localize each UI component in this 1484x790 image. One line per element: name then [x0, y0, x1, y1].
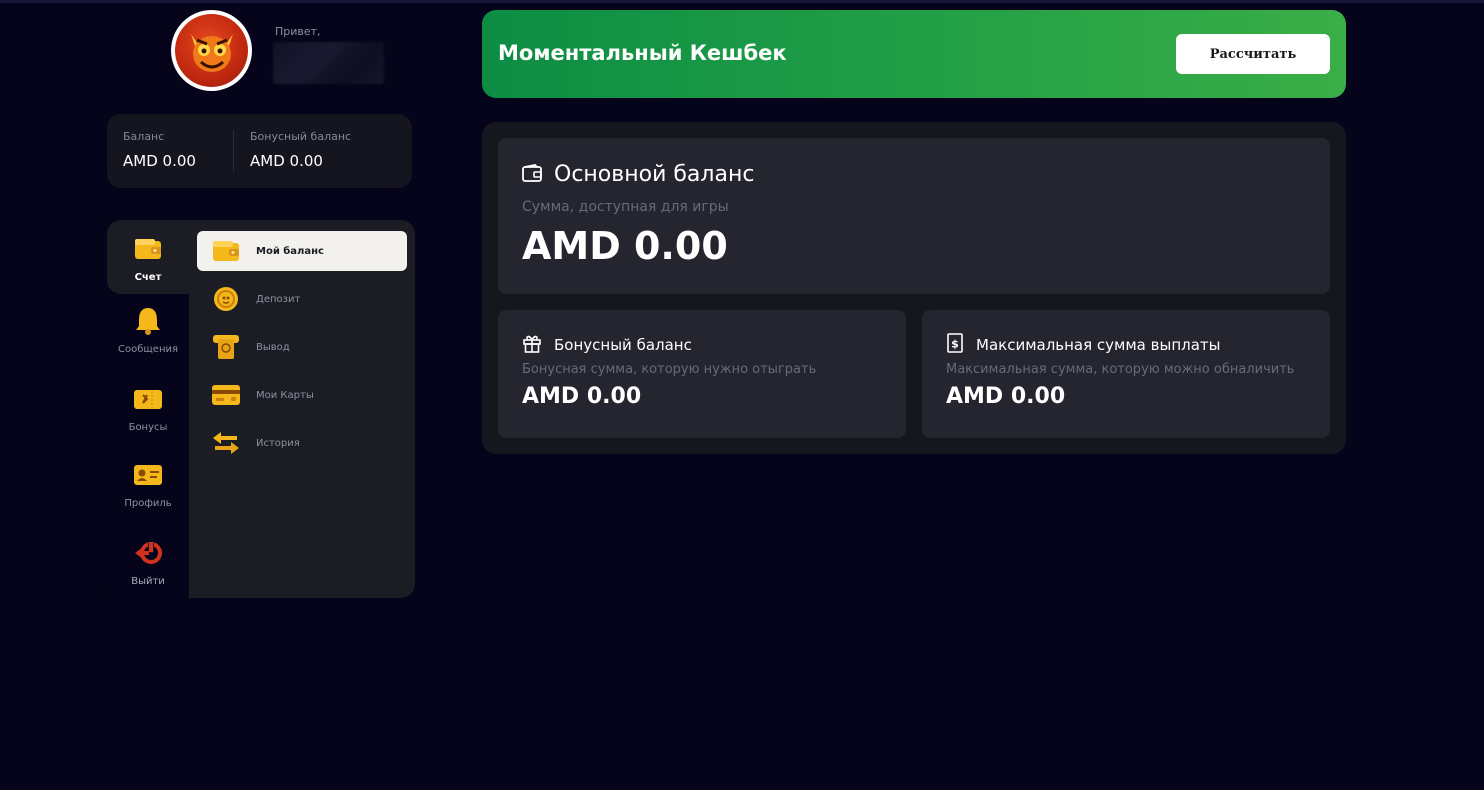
bonus-balance-title: Бонусный баланс	[554, 336, 692, 354]
logout-icon	[133, 538, 163, 568]
submenu-my-balance[interactable]: Мой баланс	[197, 231, 407, 271]
submenu-deposit-label: Депозит	[256, 293, 301, 305]
main-balance-amount: AMD 0.00	[522, 224, 728, 268]
wallet-icon	[211, 236, 241, 266]
arrows-swap-icon	[211, 428, 241, 458]
wallet-icon	[133, 234, 163, 264]
withdraw-icon	[211, 332, 241, 362]
main-balance-summary: Баланс AMD 0.00	[123, 130, 196, 170]
category-bonuses[interactable]: Бонусы	[107, 384, 189, 454]
submenu-my-balance-label: Мой баланс	[256, 245, 324, 257]
bonus-balance-subtitle: Бонусная сумма, которую нужно отыграть	[522, 362, 817, 377]
main-balance-card: Основной баланс Сумма, доступная для игр…	[498, 138, 1330, 294]
bonus-balance-value: AMD 0.00	[250, 152, 323, 170]
card-icon	[211, 380, 241, 410]
bonus-balance-label: Бонусный баланс	[250, 130, 352, 143]
bell-icon	[133, 306, 163, 336]
category-logout[interactable]: Выйти	[107, 538, 189, 598]
coin-icon	[211, 284, 241, 314]
account-menu: Счет Сообщения Бонусы Профиль Выйти Мой …	[107, 220, 415, 598]
top-border	[0, 0, 1484, 3]
category-account[interactable]: Счет	[107, 234, 189, 304]
greeting-text: Привет,	[275, 25, 321, 38]
cashback-banner: Моментальный Кешбек Рассчитать	[482, 10, 1346, 98]
svg-text:$: $	[951, 338, 959, 351]
bonus-balance-amount: AMD 0.00	[522, 384, 642, 409]
submenu-withdraw[interactable]: Вывод	[197, 327, 407, 367]
category-bonuses-label: Бонусы	[128, 422, 168, 433]
bonus-balance-header: Бонусный баланс	[522, 333, 692, 357]
category-profile-label: Профиль	[124, 498, 172, 509]
profile-card-icon	[133, 460, 163, 490]
wallet-panel: Основной баланс Сумма, доступная для игр…	[482, 122, 1346, 454]
wallet-outline-icon	[522, 163, 542, 186]
main-balance-title: Основной баланс	[554, 162, 755, 187]
cashback-title: Моментальный Кешбек	[498, 41, 787, 65]
main-balance-label: Баланс	[123, 130, 165, 143]
max-payout-title: Максимальная сумма выплаты	[976, 336, 1221, 354]
balance-divider	[233, 130, 234, 172]
main-balance-header: Основной баланс	[522, 162, 754, 187]
submenu-withdraw-label: Вывод	[256, 341, 290, 353]
submenu-history[interactable]: История	[197, 423, 407, 463]
receipt-dollar-icon: $	[946, 333, 964, 357]
calculate-button[interactable]: Рассчитать	[1176, 34, 1330, 74]
submenu-history-label: История	[256, 437, 300, 449]
bonus-balance-summary: Бонусный баланс AMD 0.00	[250, 130, 351, 170]
gift-icon	[522, 333, 542, 357]
max-payout-subtitle: Максимальная сумма, которую можно обнали…	[946, 362, 1295, 377]
balance-summary: Баланс AMD 0.00 Бонусный баланс AMD 0.00	[107, 114, 412, 188]
max-payout-amount: AMD 0.00	[946, 384, 1066, 409]
category-logout-label: Выйти	[131, 576, 165, 587]
submenu-my-cards[interactable]: Мои Карты	[197, 375, 407, 415]
max-payout-card: $ Максимальная сумма выплаты Максимальна…	[922, 310, 1330, 438]
submenu-deposit[interactable]: Депозит	[197, 279, 407, 319]
category-account-label: Счет	[134, 272, 162, 283]
main-balance-value: AMD 0.00	[123, 152, 196, 170]
bonus-ticket-icon	[133, 384, 163, 414]
bonus-balance-card: Бонусный баланс Бонусная сумма, которую …	[498, 310, 906, 438]
category-profile[interactable]: Профиль	[107, 460, 189, 530]
username-blurred	[273, 42, 384, 84]
avatar[interactable]	[171, 10, 252, 91]
category-messages[interactable]: Сообщения	[107, 306, 189, 376]
devil-mascot-icon	[175, 14, 248, 87]
max-payout-header: $ Максимальная сумма выплаты	[946, 333, 1220, 357]
main-balance-subtitle: Сумма, доступная для игры	[522, 199, 729, 215]
submenu-my-cards-label: Мои Карты	[256, 389, 314, 401]
category-messages-label: Сообщения	[117, 344, 178, 355]
